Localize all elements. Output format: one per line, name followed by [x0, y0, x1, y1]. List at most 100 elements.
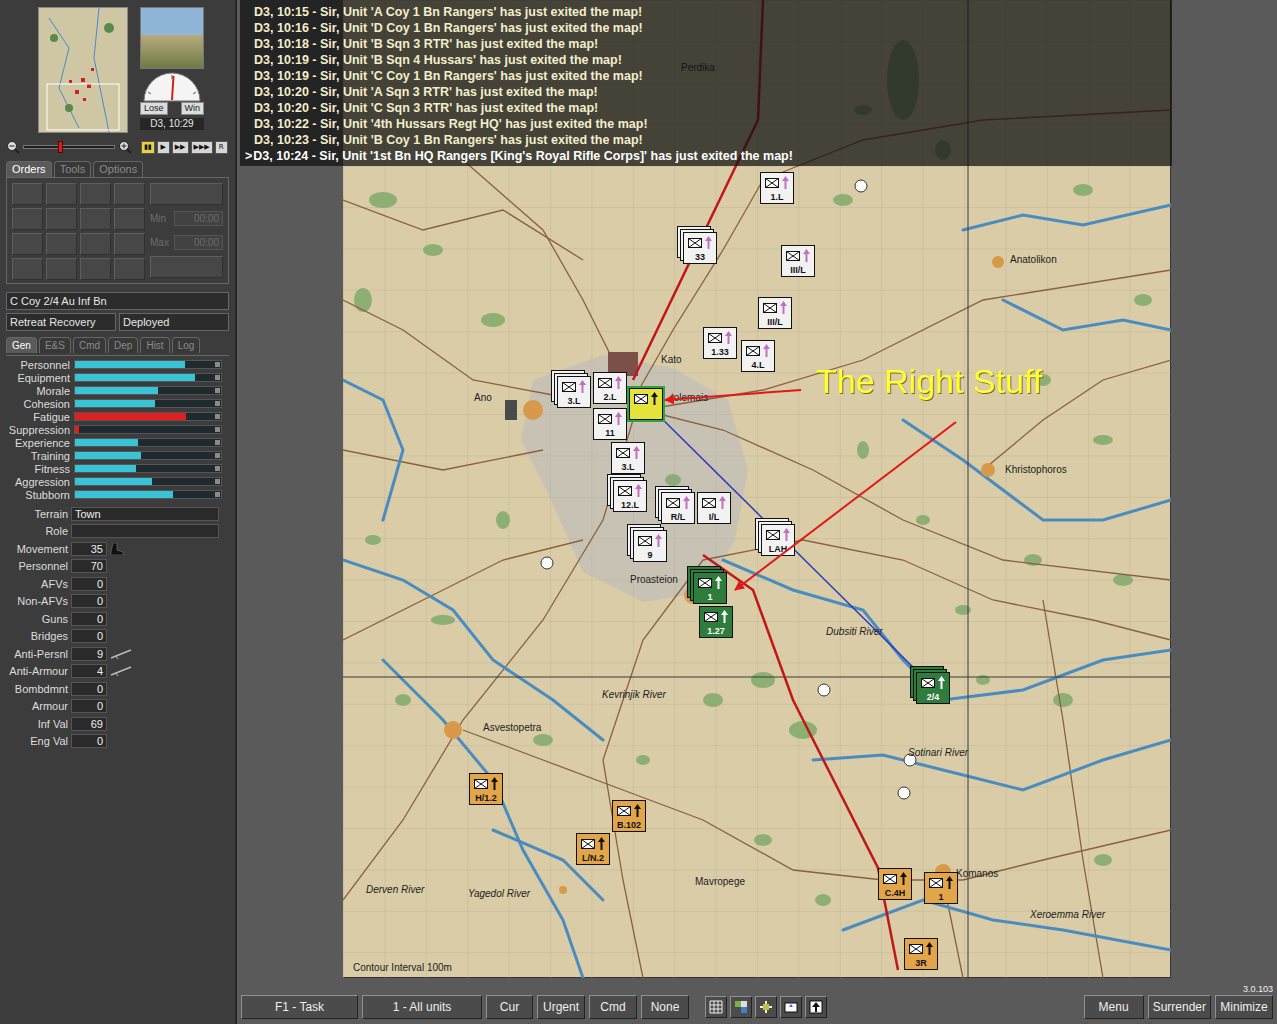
order-button[interactable] [80, 258, 111, 280]
unit-counter-stack[interactable]: 3.L [557, 376, 591, 408]
unit-counter[interactable]: 33 [683, 232, 717, 264]
order-button[interactable] [46, 233, 77, 255]
unit-counter-stack[interactable]: B.102 [612, 800, 646, 832]
order-button[interactable] [80, 208, 111, 230]
unit-counter-stack[interactable]: 2/4 [916, 672, 950, 704]
playback-button[interactable]: R [215, 141, 228, 154]
unit-counter-stack[interactable]: 1 [924, 872, 958, 904]
mini-map[interactable] [38, 7, 128, 133]
unit-counter[interactable]: R/L [661, 492, 695, 524]
unit-counter-stack[interactable]: 9 [633, 530, 667, 562]
info-tab[interactable]: Cmd [73, 337, 106, 353]
unit-filter-button[interactable] [780, 996, 802, 1018]
unit-counter-stack[interactable]: 11 [593, 408, 627, 440]
panel-tab[interactable]: Options [93, 161, 143, 177]
unit-counter[interactable]: 1.33 [703, 327, 737, 359]
max-field[interactable]: 00:00 [174, 235, 223, 250]
grid-toggle-button[interactable] [705, 996, 727, 1018]
bar-button[interactable]: Cur [486, 995, 533, 1019]
info-tab[interactable]: Gen [6, 337, 37, 353]
unit-counter[interactable]: C.4H [878, 868, 912, 900]
unit-counter[interactable]: I/L [697, 492, 731, 524]
order-button[interactable] [80, 183, 111, 205]
order-button[interactable] [12, 208, 43, 230]
unit-counter-stack[interactable]: 1.27 [699, 606, 733, 638]
order-button[interactable] [46, 258, 77, 280]
unit-counter-stack[interactable] [629, 388, 663, 420]
unit-counter-stack[interactable]: 2.L [593, 372, 627, 404]
unit-counter[interactable]: 1 [924, 872, 958, 904]
unit-counter[interactable]: L/N.2 [576, 833, 610, 865]
unit-counter[interactable]: 3.L [557, 376, 591, 408]
info-tab[interactable]: Log [172, 337, 201, 353]
order-button[interactable] [80, 233, 111, 255]
info-tab[interactable]: E&S [39, 337, 71, 353]
unit-counter[interactable]: III/L [758, 297, 792, 329]
order-button[interactable] [114, 258, 145, 280]
unit-counter[interactable]: 12.L [613, 480, 647, 512]
unit-counter-stack[interactable]: I/L [697, 492, 731, 524]
info-tab[interactable]: Dep [108, 337, 138, 353]
panel-tab[interactable]: Orders [6, 161, 52, 177]
unit-counter[interactable]: LAH [761, 524, 795, 556]
order-button[interactable] [12, 233, 43, 255]
unit-counter[interactable]: 1 [693, 572, 727, 604]
bar-button[interactable]: Minimize [1215, 995, 1273, 1019]
zoom-in-icon[interactable] [118, 140, 132, 154]
order-button[interactable] [46, 208, 77, 230]
min-field[interactable]: 00:00 [174, 211, 223, 226]
unit-counter[interactable]: 1.L [760, 172, 794, 204]
unit-counter-stack[interactable]: 3R [904, 938, 938, 970]
order-button[interactable] [150, 183, 223, 205]
bar-button[interactable]: Cmd [589, 995, 637, 1019]
order-button[interactable] [150, 256, 223, 278]
unit-counter-stack[interactable]: III/L [781, 245, 815, 277]
order-button[interactable] [12, 183, 43, 205]
unit-counter-stack[interactable]: LAH [761, 524, 795, 556]
unit-counter[interactable]: III/L [781, 245, 815, 277]
order-button[interactable] [114, 208, 145, 230]
unit-counter-stack[interactable]: 1.L [760, 172, 794, 204]
order-button[interactable] [46, 183, 77, 205]
unit-counter-stack[interactable]: 33 [683, 232, 717, 264]
unit-counter-stack[interactable]: R/L [661, 492, 695, 524]
unit-counter[interactable]: 2.L [593, 372, 627, 404]
unit-counter[interactable]: 1.27 [699, 606, 733, 638]
unit-counter-stack[interactable]: 1 [693, 572, 727, 604]
unit-counter[interactable]: 3R [904, 938, 938, 970]
unit-counter[interactable]: 2/4 [916, 672, 950, 704]
unit-counter[interactable]: 9 [633, 530, 667, 562]
move-arrows-button[interactable] [805, 996, 827, 1018]
zoom-slider[interactable] [23, 145, 115, 149]
info-tab[interactable]: Hist [140, 337, 169, 353]
unit-counter[interactable]: B.102 [612, 800, 646, 832]
order-button[interactable] [12, 258, 43, 280]
routes-toggle-button[interactable] [755, 996, 777, 1018]
order-button[interactable] [114, 233, 145, 255]
bar-button[interactable]: None [641, 995, 689, 1019]
unit-counter-stack[interactable]: 12.L [613, 480, 647, 512]
zoom-out-icon[interactable] [6, 140, 20, 154]
bar-button[interactable]: Surrender [1148, 995, 1211, 1019]
panel-tab[interactable]: Tools [54, 161, 92, 177]
unit-counter[interactable]: 4.L [741, 340, 775, 372]
bar-button[interactable]: 1 - All units [362, 995, 482, 1019]
zoom-thumb[interactable] [58, 141, 63, 153]
unit-counter[interactable]: 3.L [611, 442, 645, 474]
bar-button[interactable]: Menu [1084, 995, 1144, 1019]
unit-counter-stack[interactable]: H/1.2 [469, 773, 503, 805]
playback-button[interactable]: ▶▶ [172, 141, 189, 154]
order-button[interactable] [114, 183, 145, 205]
unit-counter[interactable] [629, 388, 663, 420]
terrain-toggle-button[interactable] [730, 996, 752, 1018]
unit-counter-stack[interactable]: 3.L [611, 442, 645, 474]
unit-counter-stack[interactable]: 1.33 [703, 327, 737, 359]
unit-counter-stack[interactable]: III/L [758, 297, 792, 329]
bar-button[interactable]: F1 - Task [241, 995, 358, 1019]
playback-button[interactable]: ▮▮ [141, 141, 155, 154]
unit-counter-stack[interactable]: L/N.2 [576, 833, 610, 865]
playback-button[interactable]: ▶▶▶ [191, 141, 213, 154]
bar-button[interactable]: Urgent [537, 995, 585, 1019]
unit-counter-stack[interactable]: 4.L [741, 340, 775, 372]
playback-button[interactable]: ▶ [157, 141, 170, 154]
